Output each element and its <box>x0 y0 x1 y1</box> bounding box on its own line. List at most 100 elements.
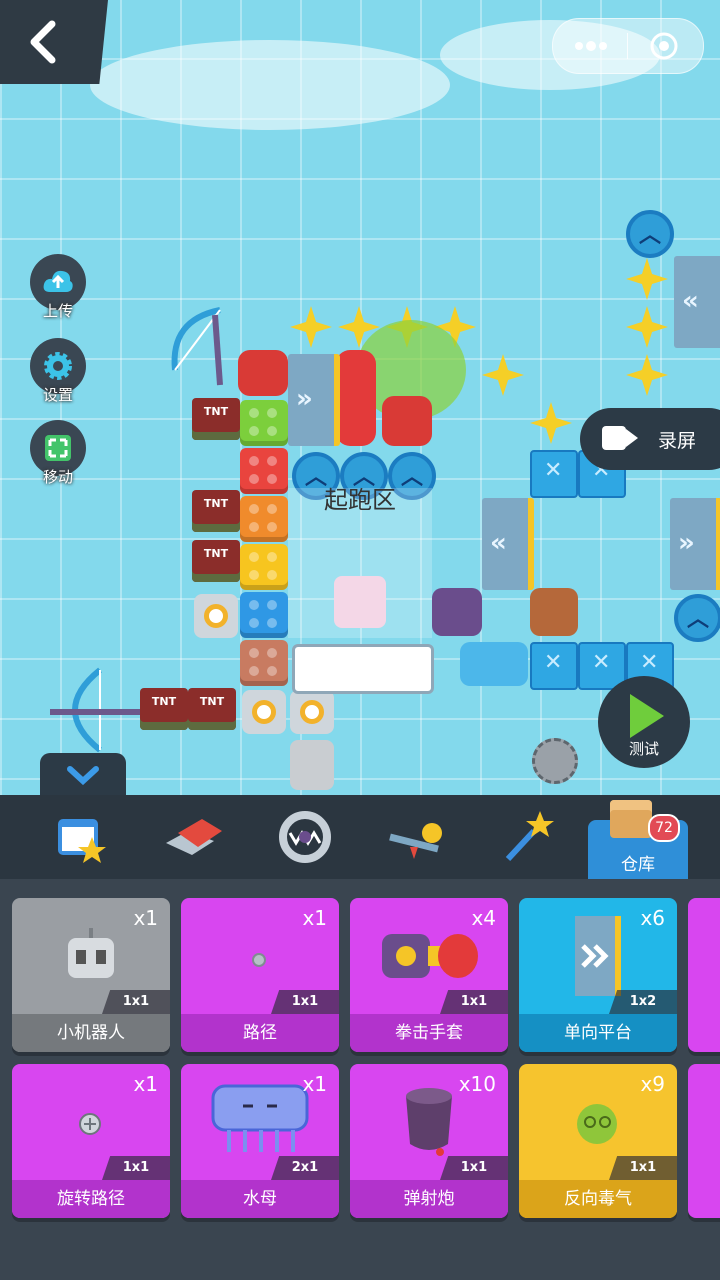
upload-label: 上传 <box>42 302 73 320</box>
lego-block-blue[interactable] <box>240 592 288 638</box>
ice-block[interactable] <box>530 642 578 690</box>
item-quantity: x1 <box>133 1072 158 1096</box>
inventory-card[interactable]: x1 1x1 旋转路径 <box>12 1064 170 1218</box>
inventory-card[interactable]: x6 1x2 单向平台 <box>519 898 677 1052</box>
lego-block-yellow[interactable] <box>240 544 288 590</box>
back-button[interactable] <box>0 0 108 84</box>
one-way-platform[interactable]: » <box>670 498 720 590</box>
robot-block[interactable] <box>290 740 334 790</box>
lock-block[interactable] <box>432 588 482 636</box>
tab-blocks[interactable] <box>158 803 228 873</box>
inventory-card-partial[interactable] <box>688 898 720 1052</box>
inventory-card[interactable]: x1 2x1 水母 <box>181 1064 339 1218</box>
item-name: 旋转路径 <box>12 1180 170 1218</box>
spike-star-icon[interactable] <box>530 402 572 444</box>
item-size: 1x1 <box>440 1156 508 1180</box>
one-way-platform[interactable]: « <box>674 256 720 348</box>
item-size: 1x1 <box>102 1156 170 1180</box>
ice-block[interactable] <box>530 450 578 498</box>
tnt-block[interactable]: TNT <box>192 540 240 582</box>
inventory-card[interactable]: x9 1x1 反向毒气 <box>519 1064 677 1218</box>
move-label: 移动 <box>42 468 73 486</box>
tab-traps[interactable] <box>270 803 340 873</box>
crossbow-icon[interactable] <box>160 300 250 390</box>
item-size: 2x1 <box>271 1156 339 1180</box>
inventory-card[interactable]: x1 1x1 小机器人 <box>12 898 170 1052</box>
spike-star-icon[interactable] <box>626 258 668 300</box>
tab-warehouse[interactable]: 72 仓库 <box>588 800 688 880</box>
saw-blade-icon[interactable] <box>532 738 578 784</box>
item-size: 1x1 <box>102 990 170 1014</box>
tab-mechanisms[interactable] <box>382 803 452 873</box>
lego-block-orange[interactable] <box>240 496 288 542</box>
chevron-down-icon <box>67 766 99 785</box>
item-name: 小机器人 <box>12 1014 170 1052</box>
chevron-right-icon: » <box>678 528 695 558</box>
item-name: 水母 <box>181 1180 339 1218</box>
shark-player-icon[interactable] <box>334 576 386 628</box>
jump-pad-icon[interactable] <box>626 210 674 258</box>
lego-block-green[interactable] <box>240 400 288 446</box>
settings-label: 设置 <box>42 386 73 404</box>
inventory-card[interactable]: x10 1x1 弹射炮 <box>350 1064 508 1218</box>
trap-jaw-icon <box>279 811 331 863</box>
one-way-platform[interactable]: » <box>288 354 340 446</box>
target-circle-icon[interactable] <box>649 31 679 61</box>
move-arrows-icon <box>45 435 71 461</box>
conveyor-arrow-block[interactable] <box>292 644 434 694</box>
item-name: 路径 <box>181 1014 339 1052</box>
gear-block[interactable] <box>290 690 334 734</box>
item-name: 弹射炮 <box>350 1180 508 1218</box>
tab-featured[interactable] <box>46 803 116 873</box>
warehouse-count-badge: 72 <box>648 814 680 842</box>
chevron-left-icon: « <box>682 286 699 316</box>
record-screen-button[interactable]: 录屏 <box>580 408 720 470</box>
lego-block-brown[interactable] <box>240 640 288 686</box>
test-button[interactable]: 测试 <box>598 676 690 768</box>
gear-block[interactable] <box>194 594 238 638</box>
item-quantity: x1 <box>133 906 158 930</box>
record-label: 录屏 <box>658 430 697 452</box>
spike-star-icon[interactable] <box>290 306 332 348</box>
chevron-left-icon <box>30 20 56 64</box>
collapse-panel-button[interactable] <box>40 753 126 796</box>
item-quantity: x10 <box>458 1072 496 1096</box>
boxing-glove-block[interactable] <box>238 350 288 396</box>
tnt-block[interactable]: TNT <box>192 490 240 532</box>
boxing-glove-block[interactable] <box>382 396 432 446</box>
item-name: 反向毒气 <box>519 1180 677 1218</box>
mushroom-block[interactable] <box>336 350 376 446</box>
jellyfish-block[interactable] <box>460 642 528 686</box>
inventory-card[interactable]: x1 1x1 路径 <box>181 898 339 1052</box>
lego-block-red[interactable] <box>240 448 288 494</box>
crossbow-icon[interactable] <box>40 660 150 760</box>
item-quantity: x1 <box>302 906 327 930</box>
tnt-block[interactable]: TNT <box>192 398 240 440</box>
cannon-block[interactable] <box>530 588 578 636</box>
item-quantity: x9 <box>640 1072 665 1096</box>
item-size: 1x2 <box>609 990 677 1014</box>
cloud-upload-icon <box>43 270 73 292</box>
seesaw-ball-icon <box>389 823 442 859</box>
gear-icon <box>44 352 72 380</box>
calendar-star-icon <box>58 819 106 863</box>
inventory-card-partial[interactable] <box>688 1064 720 1218</box>
level-editor-board[interactable]: TNT TNT TNT TNT TNT » « » « ︿ ︿ ︿ ︿ ︿ ✕ … <box>0 0 720 795</box>
item-name: 单向平台 <box>519 1014 677 1052</box>
gear-block[interactable] <box>242 690 286 734</box>
tab-magic[interactable] <box>494 803 564 873</box>
spike-star-icon[interactable] <box>482 354 524 396</box>
more-dots-icon[interactable] <box>573 36 609 56</box>
tnt-block[interactable]: TNT <box>188 688 236 730</box>
spike-star-icon[interactable] <box>626 354 668 396</box>
item-quantity: x6 <box>640 906 665 930</box>
video-camera-icon <box>602 426 638 450</box>
chevron-right-icon: » <box>296 384 313 414</box>
magic-wand-icon <box>505 811 554 862</box>
jump-pad-icon[interactable] <box>674 594 720 642</box>
spike-star-icon[interactable] <box>626 306 668 348</box>
one-way-platform[interactable]: « <box>482 498 534 590</box>
inventory-card[interactable]: x4 1x1 拳击手套 <box>350 898 508 1052</box>
item-quantity: x4 <box>471 906 496 930</box>
item-size: 1x1 <box>271 990 339 1014</box>
